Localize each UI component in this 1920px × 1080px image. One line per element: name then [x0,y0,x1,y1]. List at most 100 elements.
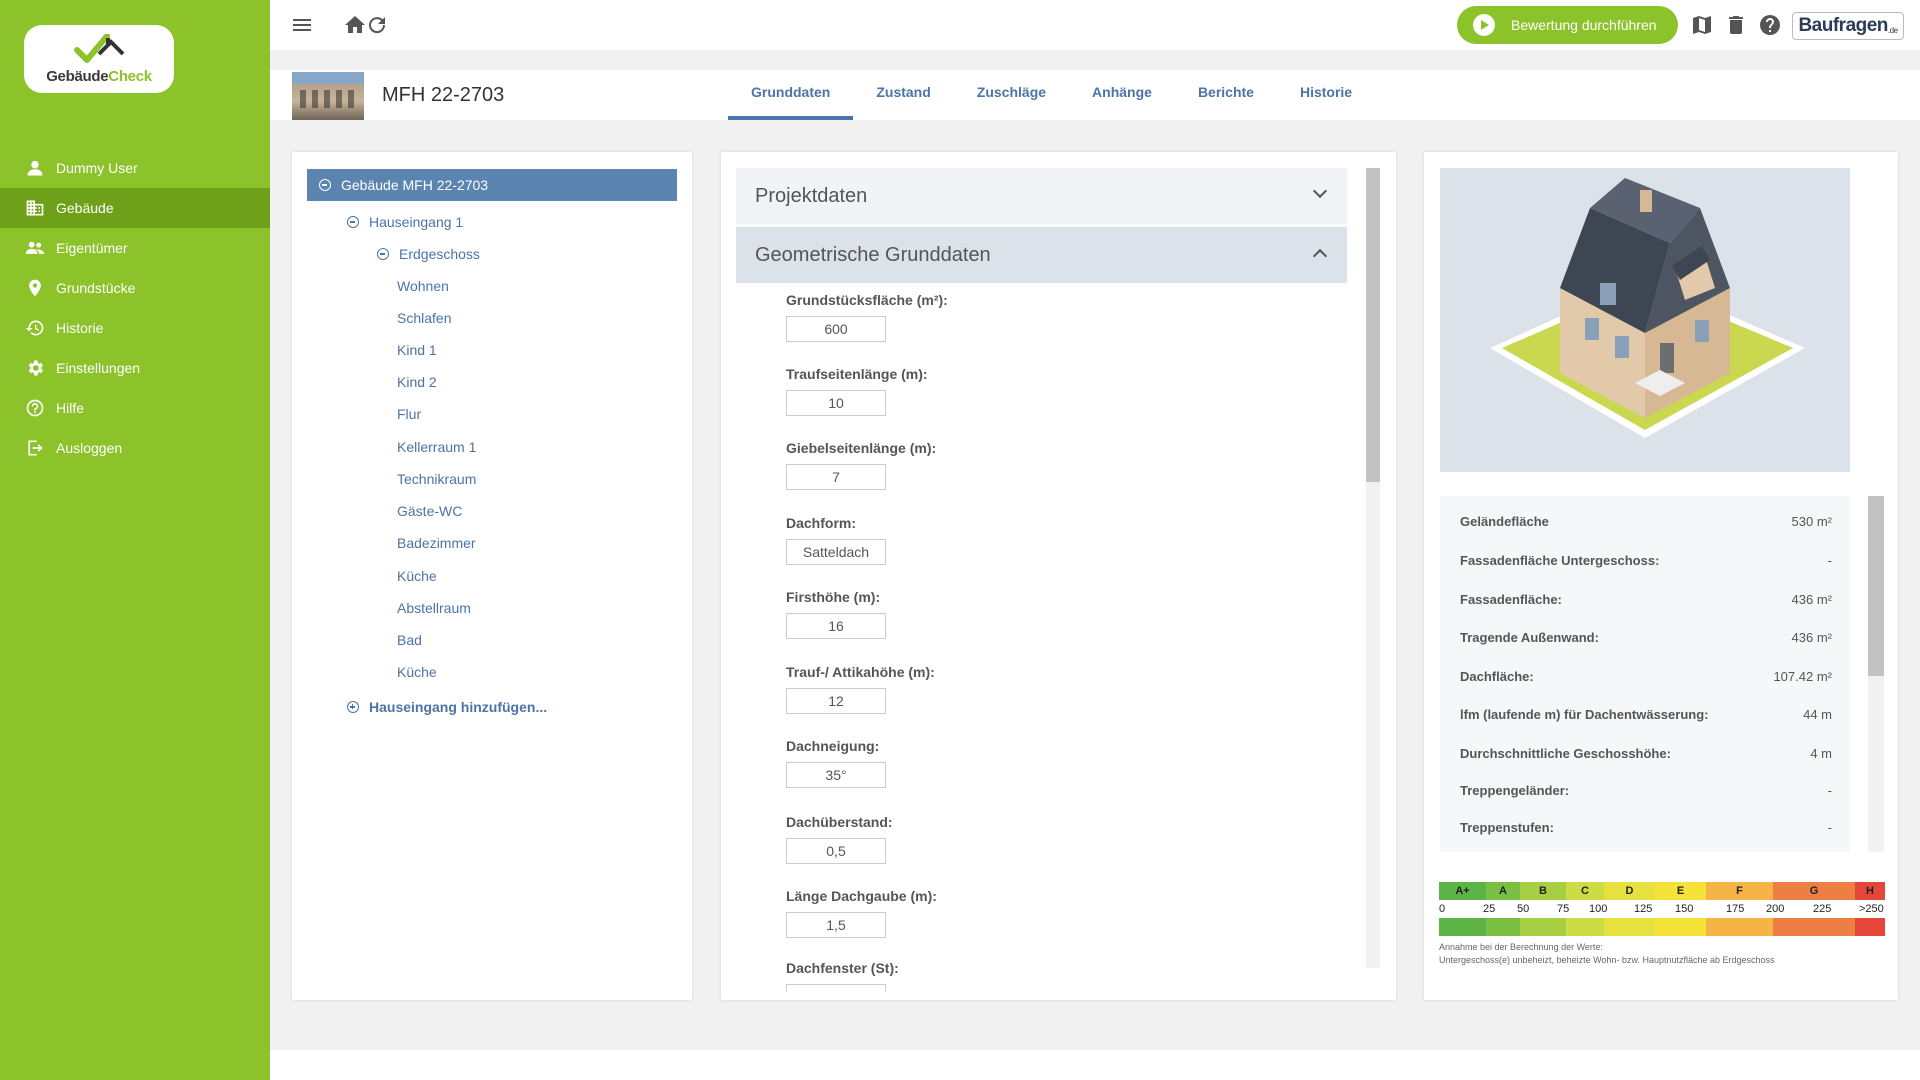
firsthoehe-input[interactable] [786,613,886,639]
tree-node-room[interactable]: Schlafen [397,308,451,328]
home-icon[interactable] [343,13,367,37]
scale-grade-label: B [1520,882,1566,900]
tree-node-room[interactable]: Technikraum [397,469,476,489]
tree-node-room[interactable]: Badezimmer [397,533,476,553]
tree-node-room[interactable]: Kind 2 [397,372,437,392]
traufseitenlaenge-input[interactable] [786,390,886,416]
metric-row: Fassadenfläche: 436 m² [1460,592,1832,607]
metric-value: - [1827,553,1832,568]
scale-grade-label: C [1566,882,1604,900]
accordion-projektdaten[interactable]: Projektdaten [736,168,1347,224]
laenge-dachgaube-input[interactable] [786,912,886,938]
scale-number: 25 [1483,903,1496,915]
tree-node-room[interactable]: Kellerraum 1 [397,437,476,457]
tree-node-room[interactable]: Küche [397,566,437,586]
scale-number: 50 [1517,903,1530,915]
dachueberstand-input[interactable] [786,838,886,864]
sidebar-item-dummy-user[interactable]: Dummy User [0,148,270,188]
tab-anhaenge[interactable]: Anhänge [1069,70,1175,120]
checkmark-roof-icon [71,32,127,66]
scale-color-segment [1439,918,1486,936]
building-thumbnail [292,72,364,120]
field-grundstuecksflaeche: Grundstücksfläche (m²): [786,292,948,342]
field-label: Dachüberstand: [786,814,893,830]
sidebar-item-historie[interactable]: Historie [0,308,270,348]
hamburger-menu-icon[interactable] [290,13,314,37]
logout-icon [24,437,46,459]
building-metrics-list: Geländefläche 530 m² Fassadenfläche Unte… [1440,496,1850,852]
form-scrollbar-thumb[interactable] [1366,168,1380,482]
tree-node-room[interactable]: Küche [397,662,437,682]
field-firsthoehe: Firsthöhe (m): [786,589,886,639]
accordion-geometrische-grunddaten[interactable]: Geometrische Grunddaten [736,227,1347,283]
partner-logo[interactable]: Baufragen .de [1792,12,1904,40]
app-logo[interactable]: GebäudeCheck [24,25,174,93]
partner-logo-text: Baufragen [1798,15,1888,36]
form-panel: Projektdaten Geometrische Grunddaten Gru… [721,152,1396,1000]
tree-node-room[interactable]: Gäste-WC [397,501,462,521]
metric-label: Treppengeländer: [1460,783,1570,798]
tab-zuschlaege[interactable]: Zuschläge [954,70,1069,120]
sidebar-item-label: Ausloggen [56,440,123,456]
tab-zustand[interactable]: Zustand [853,70,953,120]
metric-row: Fassadenfläche Untergeschoss: - [1460,553,1832,568]
tree-node-room[interactable]: Wohnen [397,276,449,296]
tree-node-entrance[interactable]: Hauseingang 1 [347,212,463,232]
dachneigung-input[interactable] [786,762,886,788]
metric-row: Durchschnittliche Geschosshöhe: 4 m [1460,746,1832,761]
sidebar-item-grundstuecke[interactable]: Grundstücke [0,268,270,308]
field-label: Grundstücksfläche (m²): [786,292,948,308]
sidebar-item-einstellungen[interactable]: Einstellungen [0,348,270,388]
sidebar-item-gebaeude[interactable]: Gebäude [0,188,270,228]
tab-historie[interactable]: Historie [1277,70,1375,120]
partner-logo-suffix: .de [1887,25,1898,35]
scale-grade-label: F [1706,882,1773,900]
logo-text-part1: Gebäude [46,67,109,85]
tree-node-room[interactable]: Abstellraum [397,598,471,618]
gear-icon [24,357,46,379]
metrics-scrollbar-thumb[interactable] [1868,496,1884,676]
scale-color-segment [1706,918,1773,936]
grundstuecksflaeche-input[interactable] [786,316,886,342]
giebelseitenlaenge-input[interactable] [786,464,886,490]
scale-number: 150 [1675,903,1694,915]
tree-node-room[interactable]: Kind 1 [397,340,437,360]
sidebar-item-hilfe[interactable]: Hilfe [0,388,270,428]
trash-icon[interactable] [1724,13,1748,37]
metric-row: Treppenstufen: - [1460,820,1832,835]
refresh-icon[interactable] [365,13,389,37]
tree-node-room[interactable]: Flur [397,404,421,424]
scale-grade-label: G [1773,882,1855,900]
tree-node-floor[interactable]: Erdgeschoss [377,244,480,264]
efficiency-scale: A+ A B C D E F G H 0 25 50 75 100 125 15… [1439,882,1885,967]
building-tree-panel: Gebäude MFH 22-2703 Hauseingang 1 Erdges… [292,152,692,1000]
map-icon[interactable] [1690,13,1714,37]
add-entrance-link[interactable]: Hauseingang hinzufügen... [347,697,547,717]
building-icon [24,197,46,219]
sidebar-item-ausloggen[interactable]: Ausloggen [0,428,270,468]
field-label: Traufseitenlänge (m): [786,366,928,382]
metric-value: - [1827,820,1832,835]
traufhoehe-input[interactable] [786,688,886,714]
add-circle-icon [347,701,359,713]
top-bar: Bewertung durchführen Baufragen .de [270,0,1920,50]
help-icon[interactable] [1758,13,1782,37]
tab-berichte[interactable]: Berichte [1175,70,1277,120]
field-label: Dachneigung: [786,738,880,754]
tree-node-room[interactable]: Bad [397,630,422,650]
scale-color-segment [1855,918,1885,936]
metric-label: lfm (laufende m) für Dachentwässerung: [1460,707,1709,722]
metric-value: - [1827,783,1832,798]
scale-note-line: Untergeschoss(e) unbeheizt, beheizte Woh… [1439,955,1775,965]
sidebar-item-label: Eigentümer [56,240,128,256]
sidebar-item-eigentuemer[interactable]: Eigentümer [0,228,270,268]
dachfenster-input[interactable] [786,984,886,992]
metric-label: Geländefläche [1460,514,1549,529]
tab-grunddaten[interactable]: Grunddaten [728,70,854,120]
tree-root-building[interactable]: Gebäude MFH 22-2703 [307,169,677,201]
play-icon [1473,14,1495,36]
dachform-select[interactable] [786,539,886,565]
evaluate-button[interactable]: Bewertung durchführen [1457,6,1678,44]
field-dachueberstand: Dachüberstand: [786,814,893,864]
metric-value: 44 m [1803,707,1832,722]
